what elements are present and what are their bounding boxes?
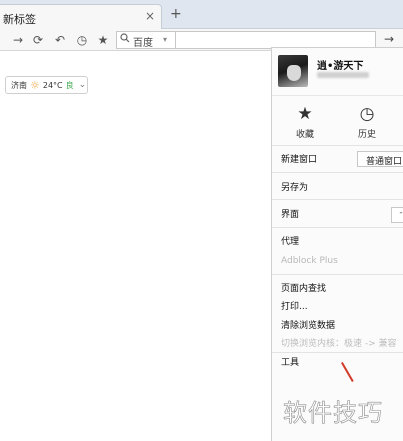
- menu-item-clear-data[interactable]: 清除浏览数据: [281, 318, 335, 331]
- tab-new-tab[interactable]: 新标签 ×: [0, 4, 162, 30]
- new-tab-button[interactable]: +: [170, 6, 182, 22]
- divider: [272, 274, 403, 275]
- history-icon[interactable]: ◷: [74, 32, 90, 48]
- new-window-option-button[interactable]: 普通窗口: [357, 151, 403, 167]
- search-engine-label: 百度: [133, 38, 153, 49]
- chevron-down-icon: ⌄: [78, 80, 87, 90]
- menu-item-adblock[interactable]: Adblock Plus: [281, 256, 338, 266]
- chevron-down-icon: ▾: [163, 35, 168, 44]
- search-engine-selector[interactable]: 百度 ▾: [116, 31, 176, 49]
- go-icon[interactable]: →: [384, 32, 394, 46]
- clock-icon: ◷: [359, 104, 375, 124]
- menu-item-new-window[interactable]: 新建窗口: [281, 152, 317, 165]
- menu-item-switch-engine[interactable]: 切换浏览内核：极速 -> 兼容: [281, 336, 397, 349]
- user-profile[interactable]: 逍•游天下: [272, 48, 403, 96]
- tab-strip: 新标签 × +: [0, 0, 403, 30]
- divider: [272, 199, 403, 200]
- divider: [272, 145, 403, 146]
- divider: [272, 227, 403, 228]
- weather-temp: 24°C: [42, 80, 63, 90]
- menu-item-print[interactable]: 打印...: [281, 299, 308, 312]
- bookmarks-button[interactable]: ★ 收藏: [280, 104, 330, 140]
- weather-city: 济南: [11, 80, 27, 90]
- star-icon: ★: [297, 104, 313, 124]
- avatar-face: [287, 65, 301, 81]
- user-email-blurred: [317, 72, 369, 78]
- tab-title: 新标签: [3, 13, 36, 26]
- browser-menu: 逍•游天下 ★ 收藏 ◷ 历史 新建窗口 普通窗口 另存为 界面 - 代理 Ad…: [271, 47, 403, 441]
- history-button[interactable]: ◷ 历史: [342, 104, 392, 140]
- bookmark-icon[interactable]: ★: [95, 32, 111, 48]
- close-icon[interactable]: ×: [145, 9, 155, 23]
- zoom-out-button[interactable]: -: [391, 207, 403, 223]
- weather-widget[interactable]: 济南 ☼ 24°C 良 ⌄: [5, 76, 88, 94]
- divider: [272, 172, 403, 173]
- watermark: 软件技巧: [283, 399, 383, 428]
- menu-item-save-as[interactable]: 另存为: [281, 180, 308, 193]
- undo-icon[interactable]: ↶: [52, 32, 68, 48]
- weather-aqi: 良: [65, 80, 74, 90]
- user-name: 逍•游天下: [317, 61, 364, 72]
- menu-item-find[interactable]: 页面内查找: [281, 281, 326, 294]
- forward-icon[interactable]: →: [10, 32, 26, 48]
- search-icon: [120, 33, 130, 46]
- menu-item-proxy[interactable]: 代理: [281, 234, 299, 247]
- avatar: [278, 55, 308, 87]
- history-label: 历史: [357, 130, 376, 140]
- sun-icon: ☼: [30, 78, 40, 92]
- divider: [272, 352, 403, 353]
- menu-item-interface[interactable]: 界面: [281, 207, 299, 220]
- bookmarks-label: 收藏: [295, 130, 314, 140]
- refresh-icon[interactable]: ⟳: [30, 32, 46, 48]
- menu-item-tools[interactable]: 工具: [281, 355, 299, 368]
